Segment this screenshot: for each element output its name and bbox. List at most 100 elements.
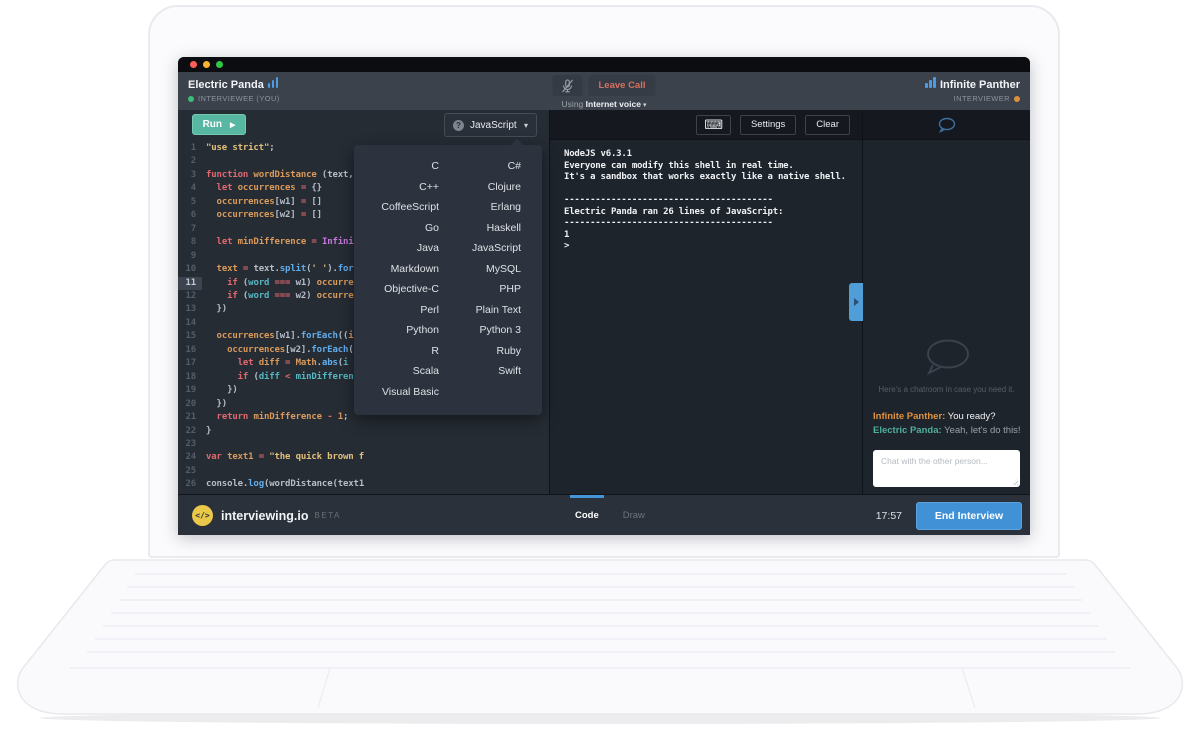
chat-message: Electric Panda: Yeah, let's do this!	[873, 424, 1026, 438]
chat-panel: Here's a chatroom in case you need it. I…	[862, 110, 1030, 494]
code-line[interactable]	[206, 465, 364, 478]
code-line[interactable]: let occurrences = {}	[206, 182, 364, 195]
chevron-right-icon	[854, 298, 859, 306]
code-line[interactable]: })	[206, 398, 364, 411]
line-number: 10	[178, 263, 202, 276]
code-line[interactable]: })	[206, 303, 364, 316]
keyboard-shortcuts-button[interactable]: ⌨	[696, 115, 731, 135]
language-dropdown-row: GoHaskell	[354, 218, 542, 239]
code-line[interactable]: occurrences[w2].forEach((j	[206, 344, 364, 357]
chat-bubble-outline-icon	[920, 338, 974, 376]
language-option[interactable]: C	[354, 156, 449, 177]
code-line[interactable]: let diff = Math.abs(i -	[206, 357, 364, 370]
language-option[interactable]: Python 3	[449, 320, 532, 341]
code-lines: "use strict"; function wordDistance (tex…	[202, 142, 364, 494]
line-number: 22	[178, 425, 202, 438]
code-line[interactable]: return minDifference - 1;	[206, 411, 364, 424]
line-number: 26	[178, 478, 202, 491]
language-option[interactable]: Erlang	[449, 197, 532, 218]
language-dropdown-row: RRuby	[354, 341, 542, 362]
console-output[interactable]: NodeJS v6.3.1Everyone can modify this sh…	[550, 140, 862, 253]
leave-call-button[interactable]: Leave Call	[589, 75, 656, 96]
line-number: 1	[178, 142, 202, 155]
language-option[interactable]: C++	[354, 177, 449, 198]
code-line[interactable]: var text1 = "the quick brown f	[206, 451, 364, 464]
code-line[interactable]	[206, 155, 364, 168]
code-line[interactable]: console.log(wordDistance(text1	[206, 478, 364, 491]
clear-button[interactable]: Clear	[805, 115, 850, 135]
language-option[interactable]: MySQL	[449, 259, 532, 280]
language-option[interactable]: R	[354, 341, 449, 362]
language-option[interactable]: Perl	[354, 300, 449, 321]
line-number: 4	[178, 182, 202, 195]
language-option[interactable]: PHP	[449, 279, 532, 300]
beta-badge: BETA	[315, 511, 341, 520]
language-dropdown-row: JavaJavaScript	[354, 238, 542, 259]
chevron-down-icon: ▾	[524, 121, 528, 130]
code-line[interactable]: "use strict";	[206, 142, 364, 155]
using-label: Using	[562, 99, 584, 109]
voice-selector[interactable]: Using Internet voice▾	[553, 99, 656, 109]
language-option[interactable]: Python	[354, 320, 449, 341]
code-line[interactable]: occurrences[w1] = []	[206, 196, 364, 209]
language-option[interactable]: Scala	[354, 361, 449, 382]
console-line: Everyone can modify this shell in real t…	[564, 161, 862, 173]
code-line[interactable]: occurrences[w1].forEach((i)	[206, 330, 364, 343]
console-line: Electric Panda ran 26 lines of JavaScrip…	[564, 207, 862, 219]
code-line[interactable]: text = text.split(' ').forEa	[206, 263, 364, 276]
code-line[interactable]	[206, 250, 364, 263]
code-line[interactable]: }	[206, 425, 364, 438]
code-line[interactable]: if (word === w2) occurrenc	[206, 290, 364, 303]
language-option[interactable]: Plain Text	[449, 300, 532, 321]
code-line[interactable]: occurrences[w2] = []	[206, 209, 364, 222]
language-option[interactable]: Ruby	[449, 341, 532, 362]
language-option[interactable]: JavaScript	[449, 238, 532, 259]
signal-bars-icon	[925, 77, 936, 88]
language-option[interactable]: Swift	[449, 361, 532, 382]
chat-empty-state: Here's a chatroom in case you need it.	[863, 338, 1030, 394]
code-line[interactable]: })	[206, 384, 364, 397]
language-option[interactable]: Visual Basic	[354, 382, 449, 403]
call-controls: Leave Call Using Internet voice▾	[553, 75, 656, 109]
language-option[interactable]: Clojure	[449, 177, 532, 198]
chat-input[interactable]	[873, 450, 1020, 487]
language-option[interactable]: CoffeeScript	[354, 197, 449, 218]
code-line[interactable]: if (diff < minDifference	[206, 371, 364, 384]
language-dropdown-row: MarkdownMySQL	[354, 259, 542, 280]
mute-button[interactable]	[553, 75, 583, 96]
laptop-mockup: Electric Panda INTERVIEWEE (YOU) Leave C…	[0, 0, 1200, 731]
language-option[interactable]: Go	[354, 218, 449, 239]
language-option[interactable]: Haskell	[449, 218, 532, 239]
line-number: 19	[178, 384, 202, 397]
language-option[interactable]: Java	[354, 238, 449, 259]
language-dropdown-row: Visual Basic	[354, 382, 542, 403]
tab-draw[interactable]: Draw	[611, 495, 657, 536]
language-option[interactable]: C#	[449, 156, 532, 177]
minimize-window-button[interactable]	[203, 61, 210, 68]
code-line[interactable]: function wordDistance (text, w	[206, 169, 364, 182]
console-line	[564, 184, 862, 196]
line-number: 12	[178, 290, 202, 303]
interviewer-status-dot	[1014, 96, 1020, 102]
mode-tabs: Code Draw	[563, 495, 657, 536]
collapse-chat-handle[interactable]	[849, 283, 863, 321]
code-line[interactable]: let minDifference = Infinity	[206, 236, 364, 249]
zoom-window-button[interactable]	[216, 61, 223, 68]
close-window-button[interactable]	[190, 61, 197, 68]
console-line: ----------------------------------------	[564, 218, 862, 230]
language-option[interactable]: Objective-C	[354, 279, 449, 300]
code-line[interactable]: if (word === w1) occurrenc	[206, 277, 364, 290]
end-interview-button[interactable]: End Interview	[916, 502, 1022, 530]
code-line[interactable]	[206, 317, 364, 330]
microphone-muted-icon	[562, 79, 574, 93]
settings-button[interactable]: Settings	[740, 115, 796, 135]
call-bar: Electric Panda INTERVIEWEE (YOU) Leave C…	[178, 72, 1030, 110]
tab-code[interactable]: Code	[563, 495, 611, 536]
code-line[interactable]	[206, 438, 364, 451]
chevron-down-icon: ▾	[643, 102, 647, 109]
language-selector[interactable]: ? JavaScript ▾	[444, 113, 537, 137]
code-line[interactable]	[206, 223, 364, 236]
language-option[interactable]: Markdown	[354, 259, 449, 280]
run-button[interactable]: Run▶	[192, 114, 246, 135]
chat-empty-hint: Here's a chatroom in case you need it.	[863, 385, 1030, 394]
